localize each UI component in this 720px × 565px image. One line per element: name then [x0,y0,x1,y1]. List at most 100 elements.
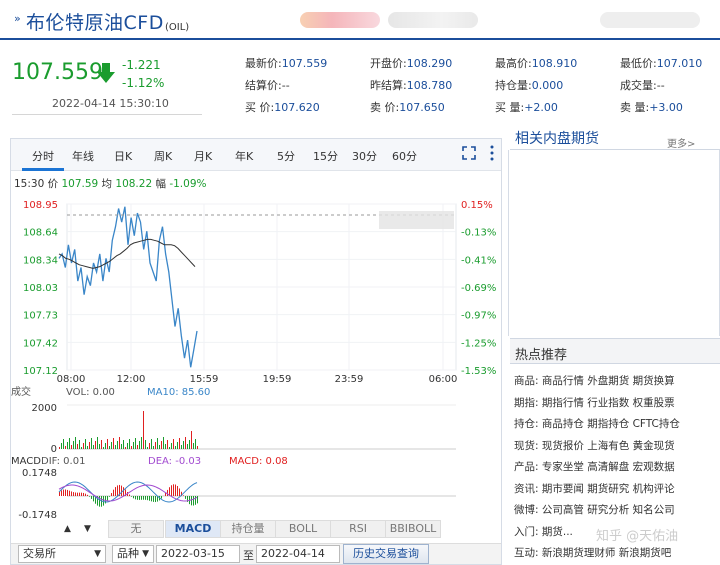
scroll-up-icon[interactable]: ▲ [64,524,71,534]
macd-title: MACD [11,456,41,467]
date-from-input[interactable]: 2022-03-15 [156,545,240,563]
hot-link[interactable]: 宏观数据 [629,461,675,473]
variety-select[interactable]: 品种 ▼ [112,545,154,563]
tab-week-k[interactable]: 周K [154,148,172,164]
volume-bar [163,437,164,449]
hot-link[interactable]: 研究分析 [584,504,629,516]
hot-link[interactable]: 行业指数 [584,397,629,409]
more-vertical-icon[interactable] [490,145,494,161]
hot-link[interactable]: 现货报价 [539,440,584,452]
tab-day-k[interactable]: 日K [114,148,132,164]
hot-link[interactable]: 商品持仓 [539,418,584,430]
indicator-bbiboll-button[interactable]: BBIBOLL [385,520,441,538]
macd-value: MACD: 0.08 [229,456,288,467]
date-to-input[interactable]: 2022-04-14 [256,545,340,563]
volume-bar [65,446,66,449]
hot-row: 资讯: 期市要闻 期货研究 机构评论 [514,481,675,496]
scroll-down-icon[interactable]: ▼ [84,524,91,534]
hot-link[interactable]: 机构评论 [629,483,675,495]
volume-bar [61,443,62,449]
macd-bar [59,492,60,496]
hot-link[interactable]: 权重股票 [629,397,675,409]
hot-link[interactable]: 期指持仓 [584,418,629,430]
volume-bar [91,438,92,449]
volume-bar [81,447,82,449]
volume-bar [165,444,166,449]
hot-link[interactable]: 专家坐堂 [539,461,584,473]
tab-60min[interactable]: 60分 [392,148,417,164]
exchange-select[interactable]: 交易所 ▼ [18,545,106,563]
macd-bar [193,496,194,506]
tab-intraday[interactable]: 分时 [32,148,54,164]
hot-link[interactable]: 期市要闻 [539,483,584,495]
volume-bar [87,446,88,449]
x-tick: 23:59 [335,374,364,385]
y-left-tick: 108.34 [23,255,58,266]
volume-bar [177,442,178,449]
page-header: » 布伦特原油CFD (OIL) [0,0,720,40]
hot-link[interactable]: 上海有色 [584,440,629,452]
more-link[interactable]: 更多> [667,135,695,150]
volume-bar [171,443,172,449]
stat-open: 开盘价:108.290 [370,57,453,70]
hot-link[interactable]: 知名公司 [629,504,675,516]
y-right-tick: 0.15% [461,200,493,211]
volume-bar [75,437,76,449]
tab-30min[interactable]: 30分 [352,148,377,164]
volume-bar [113,438,114,449]
fullscreen-icon[interactable] [462,146,476,160]
macd-bar [177,485,178,496]
volume-bar [157,438,158,449]
indicator-oi-button[interactable]: 持仓量 [220,520,276,538]
macd-bar [191,496,192,506]
hot-link[interactable]: 外盘期货 [584,375,629,387]
stat-volume: 成交量:-- [620,79,665,92]
hot-link[interactable]: 新浪期货理财师 [539,547,616,559]
intraday-chart[interactable]: 108.95 108.64 108.34 108.03 107.73 107.42 107.… [11,190,501,520]
vol-axis-top: 2000 [32,403,57,414]
hot-link[interactable]: 高清解盘 [584,461,629,473]
hot-link[interactable]: 公司高管 [539,504,584,516]
volume-bar [119,437,120,449]
indicator-boll-button[interactable]: BOLL [275,520,331,538]
hot-recommend-header: 热点推荐 [510,338,720,364]
volume-bar [169,447,170,449]
tab-15min[interactable]: 15分 [313,148,338,164]
y-left-tick: 107.12 [23,366,58,377]
tab-5min[interactable]: 5分 [277,148,295,164]
indicator-rsi-button[interactable]: RSI [330,520,386,538]
related-futures-panel [508,150,720,336]
history-query-button[interactable]: 历史交易查询 [343,544,429,564]
hot-link[interactable]: 黄金现货 [629,440,675,452]
hot-link[interactable]: 期货换算 [629,375,675,387]
volume-bar [109,446,110,449]
hot-row-key: 产品: [514,461,539,473]
hot-link[interactable]: 商品行情 [539,375,584,387]
tab-year-k[interactable]: 年K [235,148,253,164]
hot-link[interactable]: 期指行情 [539,397,584,409]
macd-bar [75,492,76,496]
stat-open-interest: 持仓量:0.000 [495,79,564,92]
hot-link[interactable]: 期货... [539,526,573,538]
indicator-macd-button[interactable]: MACD [165,520,221,538]
macd-bar [183,495,184,496]
macd-bar [61,490,62,496]
macd-bar [103,496,104,506]
tab-year-line[interactable]: 年线 [72,148,94,164]
hot-link[interactable]: CFTC持仓 [629,418,680,430]
volume-bar [99,444,100,449]
tab-month-k[interactable]: 月K [194,148,212,164]
hot-link[interactable]: 新浪期货吧 [615,547,672,559]
stat-high: 最高价:108.910 [495,57,578,70]
hot-row: 产品: 专家坐堂 高清解盘 宏观数据 [514,459,675,474]
volume-bar [139,441,140,449]
macd-bar [129,494,130,496]
macd-bar [91,496,92,499]
macd-axis-top: 0.1748 [22,468,57,479]
macd-bar [63,489,64,496]
hot-recommend-title: 热点推荐 [515,348,568,363]
indicator-none-button[interactable]: 无 [108,520,164,538]
hot-link[interactable]: 期货研究 [584,483,629,495]
macd-bar [115,487,116,496]
double-chevron-icon: » [14,12,21,25]
